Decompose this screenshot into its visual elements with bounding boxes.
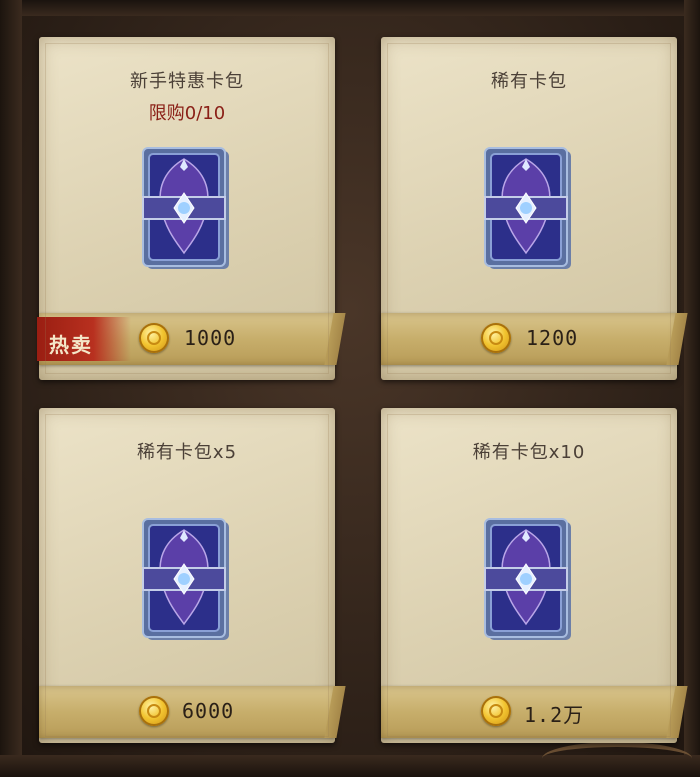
- frame-right-border: [684, 0, 700, 777]
- price-label: 1000: [184, 326, 237, 350]
- pack-title: 稀有卡包: [491, 71, 567, 92]
- gold-coin-icon: [481, 696, 511, 726]
- price-banner[interactable]: 6000: [39, 686, 335, 738]
- card-pack-icon: [484, 147, 571, 269]
- card-pack-icon: [142, 147, 229, 269]
- gold-coin-icon: [139, 323, 169, 353]
- gold-coin-icon: [481, 323, 511, 353]
- price-label: 6000: [182, 699, 235, 723]
- price-label: 1.2万: [524, 703, 585, 727]
- pack-title: 稀有卡包x10: [472, 442, 586, 463]
- gold-coin-icon: [139, 696, 169, 726]
- hot-sale-ribbon: 热卖: [37, 317, 131, 361]
- pack-card-rare-x10[interactable]: 稀有卡包x10 1.2万: [381, 408, 677, 743]
- card-pack-icon: [142, 518, 229, 640]
- pack-card-newbie[interactable]: 新手特惠卡包 限购0/10 热卖 1000: [37, 37, 335, 380]
- hot-sale-badge: 热卖: [49, 333, 93, 357]
- frame-left-border: [0, 0, 22, 777]
- card-pack-icon: [484, 518, 571, 640]
- pack-title: 新手特惠卡包: [130, 71, 244, 92]
- purchase-limit: 限购0/10: [148, 103, 226, 124]
- price-banner[interactable]: 1.2万: [381, 686, 677, 738]
- pack-card-rare[interactable]: 稀有卡包 1200: [381, 37, 677, 380]
- price-banner[interactable]: 热卖 1000: [37, 313, 335, 365]
- price-label: 1200: [526, 326, 579, 350]
- pack-title: 稀有卡包x5: [136, 442, 238, 463]
- price-banner[interactable]: 1200: [381, 313, 677, 365]
- pack-card-rare-x5[interactable]: 稀有卡包x5 6000: [39, 408, 335, 743]
- frame-top-border: [0, 0, 700, 16]
- rope-decoration: [542, 742, 692, 775]
